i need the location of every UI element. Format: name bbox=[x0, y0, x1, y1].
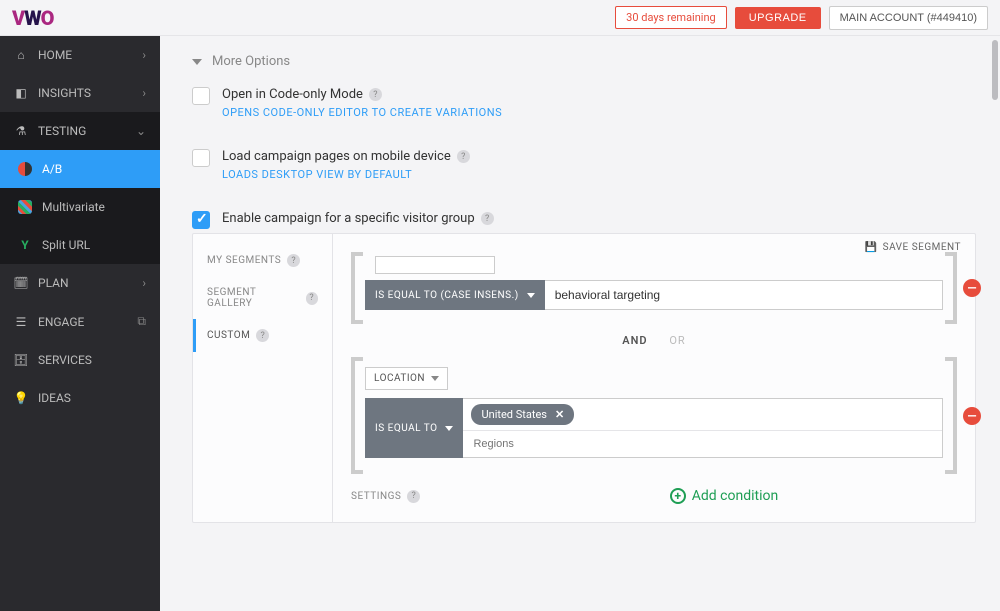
caret-down-icon bbox=[527, 293, 535, 298]
checkbox-visitor-group[interactable] bbox=[192, 211, 210, 229]
home-icon: ⌂ bbox=[14, 48, 28, 62]
plus-circle-icon: + bbox=[670, 488, 686, 504]
help-icon[interactable]: ? bbox=[481, 212, 494, 225]
sidebar-item-label: SERVICES bbox=[38, 353, 92, 367]
topbar: VWO 30 days remaining UPGRADE MAIN ACCOU… bbox=[0, 0, 1000, 36]
option-label: Load campaign pages on mobile device bbox=[222, 149, 451, 164]
plan-icon: 🗓 bbox=[14, 276, 28, 290]
more-options-toggle[interactable]: More Options bbox=[192, 54, 976, 69]
multivariate-icon bbox=[18, 200, 32, 214]
checkbox-code-only[interactable] bbox=[192, 87, 210, 105]
option-sublabel: LOADS DESKTOP VIEW BY DEFAULT bbox=[222, 168, 470, 181]
sidebar-item-label: A/B bbox=[42, 162, 62, 176]
logic-or[interactable]: OR bbox=[669, 334, 685, 347]
settings-label[interactable]: SETTINGS? bbox=[347, 490, 487, 503]
option-visitor-group: Enable campaign for a specific visitor g… bbox=[192, 211, 976, 229]
upgrade-button[interactable]: UPGRADE bbox=[735, 7, 821, 29]
help-icon[interactable]: ? bbox=[256, 329, 269, 342]
chevron-right-icon: › bbox=[142, 276, 146, 290]
condition-group-1: IS EQUAL TO (CASE INSENS.) — bbox=[351, 252, 957, 324]
help-icon[interactable]: ? bbox=[457, 150, 470, 163]
option-mobile-load: Load campaign pages on mobile device? LO… bbox=[192, 149, 976, 181]
tab-my-segments[interactable]: MY SEGMENTS? bbox=[193, 244, 332, 277]
split-url-icon: Y bbox=[18, 238, 32, 252]
sidebar-item-label: TESTING bbox=[38, 124, 86, 138]
help-icon[interactable]: ? bbox=[369, 88, 382, 101]
chevron-right-icon: › bbox=[142, 48, 146, 62]
sidebar-item-label: PLAN bbox=[38, 276, 69, 290]
external-link-icon: ⧉ bbox=[137, 314, 146, 329]
remove-condition-button[interactable]: — bbox=[963, 407, 981, 425]
content-area: More Options Open in Code-only Mode? OPE… bbox=[160, 36, 1000, 611]
logic-operator-row: AND OR bbox=[347, 324, 961, 357]
trial-badge: 30 days remaining bbox=[615, 6, 727, 29]
regions-input[interactable] bbox=[463, 431, 942, 457]
sidebar-item-label: IDEAS bbox=[38, 391, 71, 405]
sidebar-item-ab[interactable]: A/B bbox=[0, 150, 160, 188]
insights-icon: ◧ bbox=[14, 86, 28, 100]
option-label: Open in Code-only Mode bbox=[222, 87, 363, 102]
section-title: More Options bbox=[212, 54, 290, 69]
engage-icon: ☰ bbox=[14, 315, 28, 329]
operator-dropdown[interactable]: IS EQUAL TO (CASE INSENS.) bbox=[365, 280, 545, 310]
sidebar-item-label: ENGAGE bbox=[38, 315, 84, 329]
sidebar-item-split-url[interactable]: Y Split URL bbox=[0, 226, 160, 264]
chevron-right-icon: › bbox=[142, 86, 146, 100]
caret-down-icon bbox=[445, 426, 453, 431]
sidebar-item-services[interactable]: 🗄 SERVICES bbox=[0, 341, 160, 379]
condition-value-input[interactable] bbox=[545, 280, 943, 310]
operator-dropdown[interactable]: IS EQUAL TO bbox=[365, 398, 463, 458]
condition-group-2: LOCATION IS EQUAL TO United States✕ — bbox=[351, 357, 957, 474]
sidebar-item-label: Split URL bbox=[42, 238, 90, 252]
scrollbar[interactable] bbox=[992, 36, 998, 611]
vwo-logo: VWO bbox=[12, 6, 53, 30]
sidebar-item-label: Multivariate bbox=[42, 200, 105, 214]
option-sublabel: OPENS CODE-ONLY EDITOR TO CREATE VARIATI… bbox=[222, 106, 502, 119]
checkbox-mobile-load[interactable] bbox=[192, 149, 210, 167]
sidebar-item-label: INSIGHTS bbox=[38, 86, 91, 100]
segment-panel: MY SEGMENTS? SEGMENT GALLERY? CUSTOM? 💾S… bbox=[192, 233, 976, 523]
sidebar: ⌂ HOME › ◧ INSIGHTS › ⚗ TESTING ⌄ A/B Multi… bbox=[0, 36, 160, 611]
account-button[interactable]: MAIN ACCOUNT (#449410) bbox=[829, 6, 988, 30]
sidebar-item-ideas[interactable]: 💡 IDEAS bbox=[0, 379, 160, 417]
remove-tag-icon[interactable]: ✕ bbox=[555, 408, 564, 421]
bulb-icon: 💡 bbox=[14, 391, 28, 405]
field-dropdown-stub[interactable] bbox=[375, 256, 495, 274]
caret-down-icon bbox=[192, 59, 202, 65]
help-icon[interactable]: ? bbox=[407, 490, 420, 503]
scrollbar-thumb[interactable] bbox=[992, 40, 998, 100]
logic-and[interactable]: AND bbox=[622, 334, 647, 347]
sidebar-item-home[interactable]: ⌂ HOME › bbox=[0, 36, 160, 74]
chevron-down-icon: ⌄ bbox=[136, 124, 146, 138]
option-code-only: Open in Code-only Mode? OPENS CODE-ONLY … bbox=[192, 87, 976, 119]
field-dropdown-location[interactable]: LOCATION bbox=[365, 367, 448, 390]
segment-body: 💾SAVE SEGMENT IS EQUAL TO (CASE INSENS.)… bbox=[333, 234, 975, 522]
sidebar-item-insights[interactable]: ◧ INSIGHTS › bbox=[0, 74, 160, 112]
sidebar-item-engage[interactable]: ☰ ENGAGE ⧉ bbox=[0, 302, 160, 341]
caret-down-icon bbox=[431, 376, 439, 381]
sidebar-item-multivariate[interactable]: Multivariate bbox=[0, 188, 160, 226]
sidebar-item-label: HOME bbox=[38, 48, 72, 62]
location-value-area: United States✕ bbox=[463, 398, 943, 458]
help-icon[interactable]: ? bbox=[306, 292, 318, 305]
ab-icon bbox=[18, 162, 32, 176]
services-icon: 🗄 bbox=[14, 353, 28, 367]
location-tag: United States✕ bbox=[471, 404, 574, 425]
sidebar-item-plan[interactable]: 🗓 PLAN › bbox=[0, 264, 160, 302]
flask-icon: ⚗ bbox=[14, 124, 28, 138]
segment-tabs: MY SEGMENTS? SEGMENT GALLERY? CUSTOM? bbox=[193, 234, 333, 522]
help-icon[interactable]: ? bbox=[287, 254, 300, 267]
option-label: Enable campaign for a specific visitor g… bbox=[222, 211, 475, 226]
tab-custom[interactable]: CUSTOM? bbox=[193, 319, 332, 352]
remove-condition-button[interactable]: — bbox=[963, 279, 981, 297]
sidebar-item-testing[interactable]: ⚗ TESTING ⌄ bbox=[0, 112, 160, 150]
add-condition-button[interactable]: +Add condition bbox=[487, 488, 961, 504]
tab-segment-gallery[interactable]: SEGMENT GALLERY? bbox=[193, 277, 332, 319]
